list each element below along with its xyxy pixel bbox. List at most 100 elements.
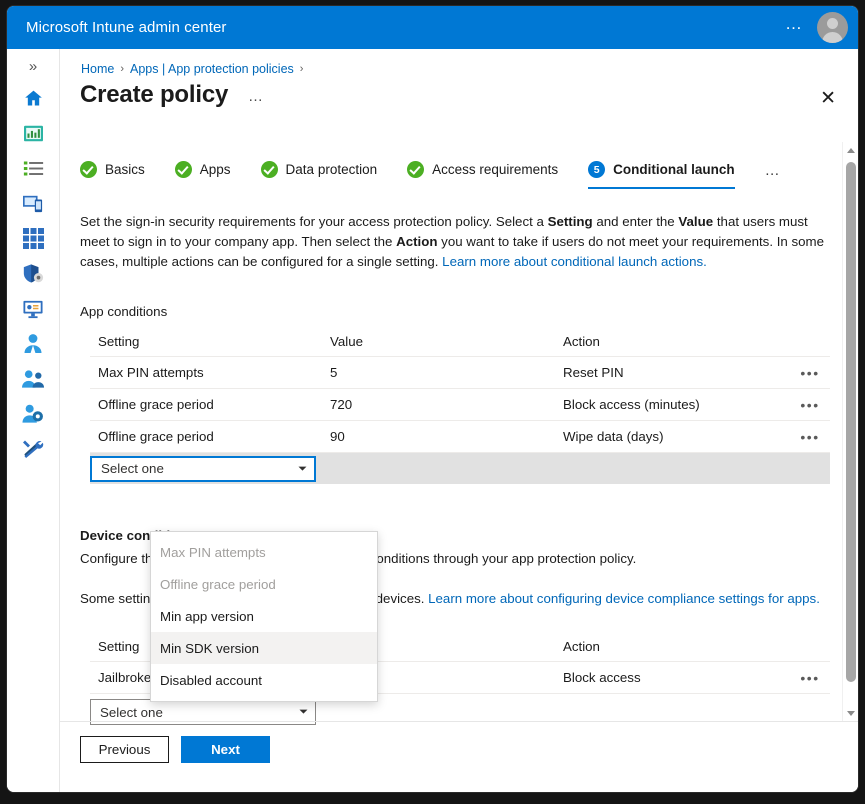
page-title: Create policy [80,81,229,108]
sidebar-item-users[interactable] [7,326,59,361]
tab-label: Apps [199,162,231,177]
cell-action: Block access [563,670,641,685]
account-avatar-icon[interactable] [817,12,848,43]
app-conditions-table: Setting Value Action Max PIN attempts 5 … [90,327,830,484]
sidebar-item-reports[interactable] [7,291,59,326]
row-more-ellipsis-icon[interactable]: ••• [790,671,830,685]
step-complete-check-icon [80,161,97,178]
app-window: Microsoft Intune admin center … » Home ›… [7,6,858,792]
intro-text-2: and enter the [592,214,679,229]
wizard-footer: Previous Next [80,736,270,763]
table-row[interactable]: Offline grace period 90 Wipe data (days)… [90,421,830,453]
table-row[interactable]: Max PIN attempts 5 Reset PIN ••• [90,357,830,389]
intro-bold-action: Action [396,234,438,249]
dropdown-option-min-sdk-version[interactable]: Min SDK version [151,632,377,664]
conditional-launch-learn-more-link[interactable]: Learn more about conditional launch acti… [442,254,707,269]
dropdown-option-max-pin-attempts: Max PIN attempts [160,544,266,560]
sidebar-item-devices[interactable] [7,186,59,221]
breadcrumb-separator-icon-2: › [299,63,304,75]
step-complete-check-icon [260,161,278,178]
cell-action: Wipe data (days) [563,429,664,444]
row-more-ellipsis-icon[interactable]: ••• [790,430,830,444]
scroll-down-arrow-icon[interactable] [843,705,858,721]
ellipsis-icon[interactable]: … [778,15,811,36]
steps-overflow-ellipsis-icon[interactable]: … [765,163,782,178]
user-icon [23,333,43,354]
sidebar-item-home[interactable] [7,81,59,116]
row-more-ellipsis-icon[interactable]: ••• [790,366,830,380]
tab-apps[interactable]: Apps [174,161,231,189]
sidebar-item-all-services[interactable] [7,151,59,186]
dropdown-option-min-app-version[interactable]: Min app version [151,600,377,632]
devices-icon [22,194,44,214]
list-icon [23,160,44,177]
cell-value: 90 [330,429,345,444]
chevron-down-icon: ⏷ [298,462,307,475]
breadcrumb-separator-icon: › [120,63,125,75]
sidebar-item-tenant-administration[interactable] [7,396,59,431]
chevron-double-right-icon[interactable]: » [7,51,59,81]
dashboard-chart-icon [23,124,44,143]
page-more-ellipsis-icon[interactable]: … [248,89,265,104]
table-header-row: Setting Value Action [90,327,830,357]
home-icon [23,88,44,109]
top-app-bar: Microsoft Intune admin center … [7,6,858,49]
tab-data-protection[interactable]: Data protection [260,161,378,189]
screen: Microsoft Intune admin center … » Home ›… [0,0,865,804]
column-header-action: Action [563,334,600,349]
content-pane: Home › Apps | App protection policies › … [60,49,858,792]
breadcrumb: Home › Apps | App protection policies › [81,62,303,76]
tab-conditional-launch[interactable]: 5 Conditional launch [588,161,735,189]
new-app-condition-row: Select one ⏷ [90,453,830,484]
table-row[interactable]: Offline grace period 720 Block access (m… [90,389,830,421]
previous-button[interactable]: Previous [80,736,169,763]
app-title: Microsoft Intune admin center [26,19,227,36]
breadcrumb-apps[interactable]: Apps | App protection policies [130,62,294,76]
app-conditions-label: App conditions [80,304,168,319]
sidebar-item-groups[interactable] [7,361,59,396]
dropdown-option-offline-grace-period: Offline grace period [160,576,276,592]
tab-label: Data protection [285,162,378,177]
row-more-ellipsis-icon[interactable]: ••• [790,398,830,412]
tab-label: Conditional launch [613,162,735,177]
column-header-value: Value [330,334,364,349]
sidebar-item-dashboard[interactable] [7,116,59,151]
cell-value: 720 [330,397,353,412]
tab-basics[interactable]: Basics [80,161,145,189]
scroll-up-arrow-icon[interactable] [843,142,858,158]
dropdown-option-disabled-account[interactable]: Disabled account [151,664,377,696]
column-header-setting: Setting [98,334,140,349]
sidebar-item-troubleshooting[interactable] [7,431,59,466]
cell-setting: Offline grace period [98,429,214,444]
scrollbar-thumb[interactable] [846,162,856,682]
tab-label: Access requirements [432,162,559,177]
vertical-scrollbar[interactable] [842,142,858,721]
monitor-report-icon [22,299,44,319]
chevron-down-icon: ⏷ [299,706,308,718]
intro-text-1: Set the sign-in security requirements fo… [80,214,548,229]
next-button[interactable]: Next [181,736,270,763]
cell-action: Reset PIN [563,365,624,380]
select-value: Select one [100,704,163,720]
footer-divider [60,721,858,722]
sidebar-item-endpoint-security[interactable] [7,256,59,291]
intro-bold-value: Value [678,214,714,229]
breadcrumb-home[interactable]: Home [81,62,114,76]
wizard-steps: Basics Apps Data protection Access requi… [80,161,840,201]
apps-grid-icon [22,228,44,249]
intro-paragraph: Set the sign-in security requirements fo… [80,212,840,272]
users-group-icon [21,369,45,389]
intro-bold-setting: Setting [547,214,593,229]
user-gear-icon [22,403,44,424]
cell-setting: Max PIN attempts [98,365,204,380]
top-bar-actions: … [778,12,858,43]
setting-select-dropdown-menu: Max PIN attempts Offline grace period Mi… [150,531,378,702]
step-number-badge: 5 [588,161,606,178]
tab-access-requirements[interactable]: Access requirements [407,161,558,189]
app-condition-setting-select[interactable]: Select one ⏷ [90,455,316,482]
device-compliance-learn-more-link[interactable]: Learn more about configuring device comp… [428,591,820,606]
new-setting-cell: Select one ⏷ [90,455,330,482]
tab-label: Basics [105,162,145,177]
sidebar-item-apps[interactable] [7,221,59,256]
close-icon[interactable]: ✕ [820,89,836,108]
